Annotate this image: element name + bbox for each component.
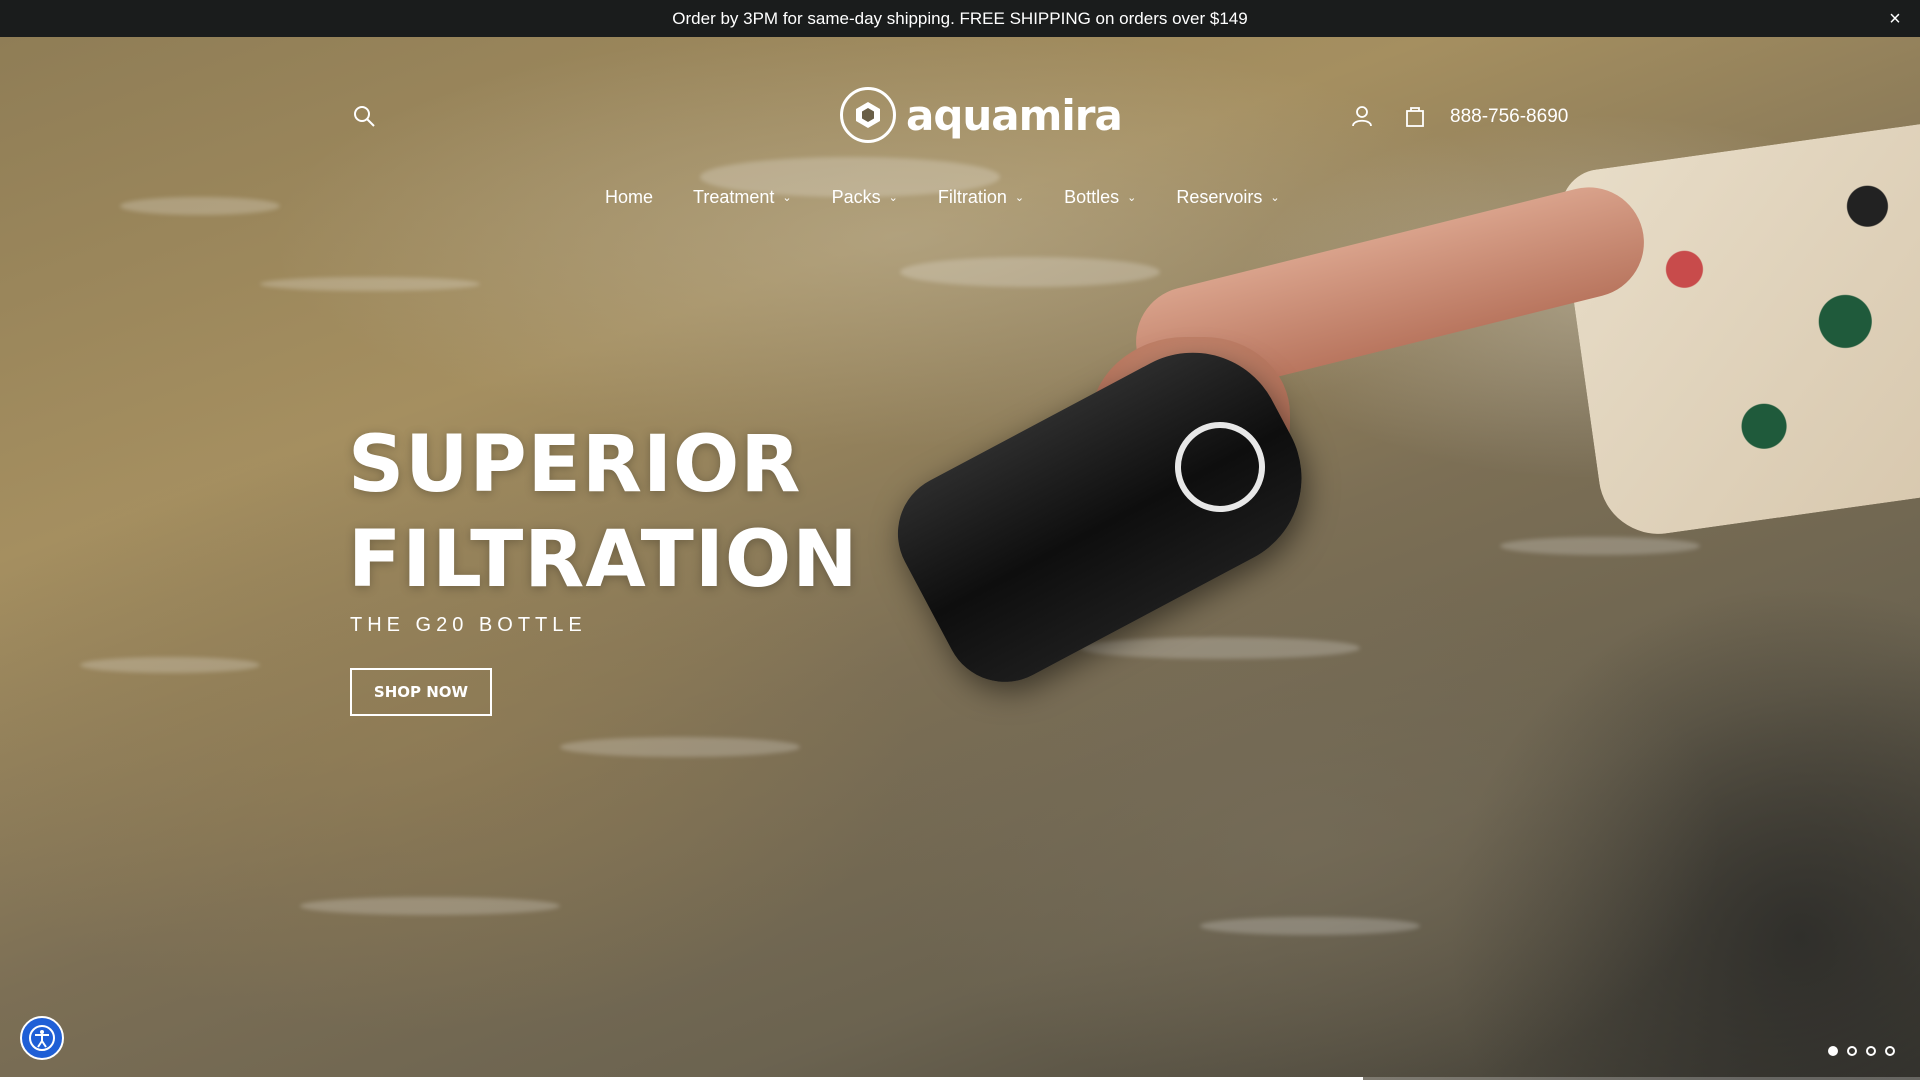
- close-icon[interactable]: ×: [1884, 8, 1906, 30]
- water-highlight: [300, 897, 560, 915]
- logo-text: aquamira: [906, 90, 1123, 140]
- hero-headline-line1: SUPERIOR: [348, 420, 802, 510]
- hero-headline-line2: FILTRATION: [348, 515, 859, 605]
- announcement-text: Order by 3PM for same-day shipping. FREE…: [672, 8, 1248, 28]
- slide-dot-1[interactable]: [1828, 1046, 1838, 1056]
- chevron-down-icon: ⌄: [782, 191, 792, 204]
- phone-number[interactable]: 888-756-8690: [1450, 106, 1568, 128]
- water-highlight: [1500, 537, 1700, 555]
- nav-item-label: Reservoirs: [1176, 186, 1263, 207]
- nav-item-home[interactable]: Home: [605, 187, 653, 208]
- nav-item-label: Treatment: [693, 186, 775, 207]
- water-highlight: [900, 257, 1160, 287]
- account-icon[interactable]: [1348, 102, 1376, 130]
- logo[interactable]: aquamira: [840, 86, 1123, 144]
- water-highlight: [260, 277, 480, 291]
- nav-item-label: Filtration: [937, 186, 1007, 207]
- nav-item-label: Packs: [831, 186, 881, 207]
- chevron-down-icon: ⌄: [1127, 191, 1137, 204]
- announcement-bar: Order by 3PM for same-day shipping. FREE…: [0, 0, 1920, 37]
- logo-emblem-icon: [840, 87, 896, 143]
- water-highlight: [1200, 917, 1420, 935]
- nav-item-bottles[interactable]: Bottles ⌄: [1064, 187, 1136, 208]
- chevron-down-icon: ⌄: [1014, 191, 1025, 204]
- slide-dots: [1828, 1046, 1895, 1056]
- water-highlight: [1080, 637, 1360, 659]
- slide-dot-4[interactable]: [1885, 1046, 1895, 1056]
- cart-icon[interactable]: [1401, 102, 1429, 130]
- accessibility-icon[interactable]: [20, 1016, 64, 1060]
- hero-headline: SUPERIOR FILTRATION: [348, 418, 1048, 608]
- shop-now-button[interactable]: SHOP NOW: [350, 668, 492, 716]
- water-highlight: [560, 737, 800, 757]
- chevron-down-icon: ⌄: [888, 191, 898, 204]
- water-highlight: [120, 197, 280, 215]
- main-nav: Home Treatment ⌄ Packs ⌄ Filtration ⌄ Bo…: [605, 183, 1320, 211]
- nav-item-packs[interactable]: Packs ⌄: [832, 187, 898, 208]
- slide-dot-2[interactable]: [1847, 1046, 1857, 1056]
- hero-subheading: THE G20 BOTTLE: [350, 614, 587, 636]
- nav-item-treatment[interactable]: Treatment ⌄: [693, 187, 792, 208]
- nav-item-reservoirs[interactable]: Reservoirs ⌄: [1176, 187, 1279, 208]
- nav-item-filtration[interactable]: Filtration ⌄: [938, 187, 1024, 208]
- search-icon[interactable]: [350, 102, 378, 130]
- nav-item-label: Bottles: [1064, 186, 1120, 207]
- slide-dot-3[interactable]: [1866, 1046, 1876, 1056]
- quilted-sleeve: [1556, 122, 1920, 542]
- nav-item-label: Home: [605, 186, 654, 207]
- chevron-down-icon: ⌄: [1270, 191, 1280, 204]
- water-highlight: [80, 657, 260, 673]
